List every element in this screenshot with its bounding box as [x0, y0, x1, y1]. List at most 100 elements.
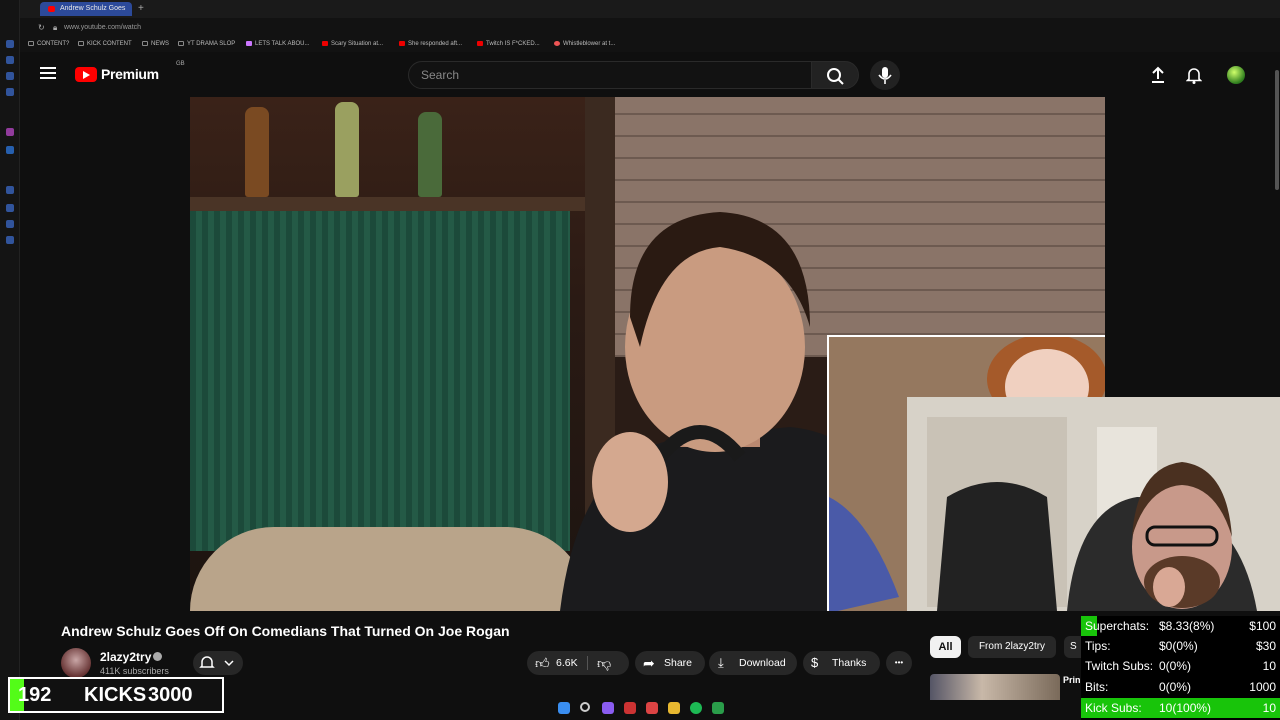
- stat-row: Bits: 0(0%) 1000: [1081, 677, 1280, 697]
- obs-icon[interactable]: [624, 702, 636, 714]
- divider: [587, 656, 588, 670]
- spotify-icon[interactable]: [690, 702, 702, 714]
- tab-bar: Andrew Schulz Goes +: [20, 0, 1280, 18]
- bottle: [245, 107, 269, 197]
- channel-avatar[interactable]: [61, 648, 91, 678]
- channel-name[interactable]: 2lazy2try: [100, 650, 151, 664]
- related-video-thumbnail[interactable]: [930, 674, 1060, 700]
- bookmark-item[interactable]: Twitch IS F*CKED...: [477, 41, 540, 47]
- stat-goal: 10: [1262, 701, 1276, 715]
- bottle: [418, 112, 442, 197]
- search-input[interactable]: [421, 62, 801, 88]
- stat-value: 10(100%): [1159, 701, 1212, 715]
- youtube-favicon-icon: [48, 6, 55, 12]
- discord-icon[interactable]: [602, 702, 614, 714]
- file-explorer-icon[interactable]: [668, 702, 680, 714]
- search-button[interactable]: [811, 61, 859, 89]
- app-icon[interactable]: [712, 702, 724, 714]
- bookmark-item[interactable]: Scary Situation at...: [322, 41, 383, 47]
- dislike-icon[interactable]: 👎︎: [597, 651, 611, 675]
- tab-active[interactable]: Andrew Schulz Goes: [40, 2, 132, 16]
- region-code: GB: [176, 61, 185, 67]
- subscription-bell-button[interactable]: [193, 651, 243, 675]
- rail-icon[interactable]: [6, 128, 14, 136]
- rail-icon[interactable]: [6, 72, 14, 80]
- bookmark-item[interactable]: KICK CONTENT: [78, 41, 132, 47]
- stat-name: Tips:: [1085, 639, 1111, 653]
- stat-value: $0(0%): [1159, 639, 1198, 653]
- tab-title: Andrew Schulz Goes: [60, 5, 126, 12]
- video-title: Andrew Schulz Goes Off On Comedians That…: [61, 623, 510, 639]
- stat-value: $8.33(8%): [1159, 619, 1215, 633]
- like-count[interactable]: 6.6K: [556, 651, 578, 675]
- reload-icon[interactable]: ↻: [38, 23, 45, 32]
- verified-badge-icon: [153, 652, 162, 661]
- rail-icon[interactable]: [6, 56, 14, 64]
- account-avatar[interactable]: [1227, 66, 1245, 84]
- stat-goal: $30: [1255, 639, 1276, 653]
- kicks-current: 192: [18, 684, 52, 706]
- rail-icon[interactable]: [6, 220, 14, 228]
- stat-goal: 1000: [1249, 680, 1276, 694]
- stat-goal: 10: [1262, 659, 1276, 673]
- start-icon[interactable]: [558, 702, 570, 714]
- streamer-webcam: [907, 397, 1280, 611]
- upload-icon[interactable]: [1150, 66, 1166, 89]
- stat-row: Kick Subs: 10(100%) 10: [1081, 698, 1280, 718]
- microphone-icon: [878, 67, 892, 84]
- share-button[interactable]: ➦ Share: [635, 651, 705, 675]
- notifications-bell-icon[interactable]: [1185, 66, 1203, 89]
- kicks-label: KICKS: [84, 684, 147, 706]
- rail-icon[interactable]: [6, 236, 14, 244]
- taskbar-search-icon[interactable]: [580, 702, 590, 712]
- green-cabinet: [190, 211, 570, 551]
- more-icon: •••: [894, 658, 904, 667]
- bell-chevron-icon: [199, 656, 234, 668]
- bookmark-item[interactable]: She responded aft...: [399, 41, 462, 47]
- bookmark-item[interactable]: LETS TALK ABOU...: [246, 41, 309, 47]
- new-tab-icon[interactable]: +: [138, 3, 144, 14]
- rail-icon[interactable]: [6, 186, 14, 194]
- stat-name: Twitch Subs:: [1085, 659, 1154, 673]
- bookmark-item[interactable]: Whistleblower at t...: [554, 41, 615, 47]
- related-video-title[interactable]: Prin: [1063, 675, 1081, 685]
- download-label: Download: [739, 657, 786, 669]
- subscriber-count: 411K subscribers: [100, 666, 169, 676]
- youtube-header: Premium GB: [20, 52, 1274, 96]
- rail-icon[interactable]: [6, 40, 14, 48]
- page-scrollbar[interactable]: [1275, 70, 1279, 190]
- kicks-goal: 3000: [148, 684, 193, 706]
- bookmark-item[interactable]: YT DRAMA SLOP: [178, 41, 235, 47]
- filter-chip-all[interactable]: All: [930, 636, 961, 658]
- windows-taskbar: [540, 698, 740, 718]
- stat-row: Tips: $0(0%) $30: [1081, 636, 1280, 656]
- share-label: Share: [664, 657, 693, 669]
- browser-side-rail: [0, 0, 20, 720]
- stat-goal: $100: [1249, 619, 1276, 633]
- search-icon: [827, 68, 844, 85]
- bookmarks-bar: CONTENT? KICK CONTENT NEWS YT DRAMA SLOP…: [20, 38, 1280, 52]
- browser-icon[interactable]: [646, 702, 658, 714]
- like-icon[interactable]: 👍︎: [535, 651, 550, 675]
- stat-name: Bits:: [1085, 680, 1109, 694]
- thanks-icon: $: [811, 655, 819, 670]
- rail-icon[interactable]: [6, 88, 14, 96]
- more-actions-button[interactable]: •••: [886, 651, 912, 675]
- download-button[interactable]: ⤓ Download: [709, 651, 797, 675]
- stat-value: 0(0%): [1159, 659, 1192, 673]
- filter-chip-channel[interactable]: From 2lazy2try: [968, 636, 1056, 658]
- download-icon: ⤓: [718, 655, 724, 670]
- hamburger-menu-icon[interactable]: [40, 67, 56, 79]
- stat-name: Superchats:: [1085, 619, 1150, 633]
- bookmark-item[interactable]: CONTENT?: [28, 41, 69, 47]
- voice-search-button[interactable]: [870, 60, 900, 90]
- stat-value: 0(0%): [1159, 680, 1192, 694]
- rail-icon[interactable]: [6, 146, 14, 154]
- share-icon: ➦: [643, 655, 655, 671]
- stat-name: Kick Subs:: [1085, 701, 1142, 715]
- rail-icon[interactable]: [6, 204, 14, 212]
- address-bar[interactable]: ↻ 🔒︎ www.youtube.com/watch: [20, 18, 1280, 38]
- thanks-button[interactable]: $ Thanks: [803, 651, 880, 675]
- url-text[interactable]: www.youtube.com/watch: [64, 24, 141, 31]
- bookmark-item[interactable]: NEWS: [142, 41, 169, 47]
